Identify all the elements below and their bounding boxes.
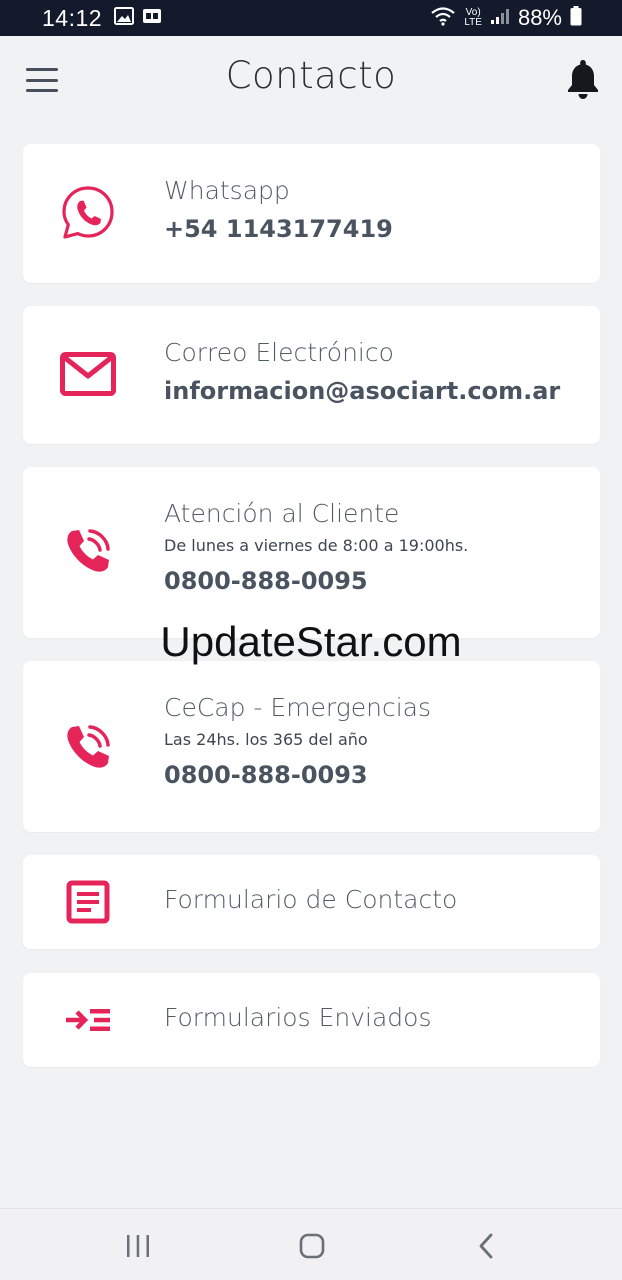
email-address[interactable]: informacion@asociart.com.ar <box>164 377 584 405</box>
contact-hours: Las 24hs. los 365 del año <box>164 730 368 749</box>
contact-title: Whatsapp <box>164 176 290 205</box>
contact-title: CeCap - Emergencias <box>164 693 432 722</box>
wifi-icon <box>430 6 456 30</box>
signal-icon <box>490 7 510 29</box>
form-icon <box>59 873 117 931</box>
emergency-card[interactable]: CeCap - Emergencias Las 24hs. los 365 de… <box>23 661 600 832</box>
app-header: Contacto <box>0 36 622 126</box>
sent-forms-card[interactable]: Formularios Enviados <box>23 973 600 1067</box>
recent-apps-icon[interactable] <box>118 1231 158 1261</box>
contact-form-card[interactable]: Formulario de Contacto <box>23 855 600 949</box>
phone-ringing-icon <box>59 718 117 776</box>
customer-service-phone[interactable]: 0800-888-0095 <box>164 567 584 595</box>
email-card[interactable]: Correo Electrónico informacion@asociart.… <box>23 306 600 444</box>
whatsapp-number[interactable]: +54 1143177419 <box>164 215 584 243</box>
gallery-icon <box>142 8 162 28</box>
image-icon <box>114 7 135 29</box>
navigation-bar <box>0 1208 622 1280</box>
whatsapp-icon <box>59 184 117 242</box>
whatsapp-card[interactable]: Whatsapp +54 1143177419 <box>23 144 600 283</box>
battery-icon <box>570 6 582 30</box>
status-time: 14:12 <box>42 4 103 31</box>
contact-title: Correo Electrónico <box>164 338 394 367</box>
home-icon[interactable] <box>292 1231 332 1261</box>
contact-hours: De lunes a viernes de 8:00 a 19:00hs. <box>164 536 469 555</box>
mail-icon <box>59 345 117 403</box>
volte-icon: Vo) LTE <box>464 7 482 28</box>
customer-service-card[interactable]: Atención al Cliente De lunes a viernes d… <box>23 467 600 638</box>
battery-percent: 88% <box>517 5 562 30</box>
network-label: LTE <box>464 17 482 28</box>
page-title: Contacto <box>225 54 397 97</box>
phone-ringing-icon <box>59 522 117 580</box>
emergency-phone[interactable]: 0800-888-0093 <box>164 761 584 789</box>
bell-icon[interactable] <box>566 58 600 100</box>
contact-title: Atención al Cliente <box>164 499 400 528</box>
form-title: Formularios Enviados <box>164 1003 432 1032</box>
sent-forms-icon <box>59 991 117 1049</box>
status-bar: 14:12 Vo) LTE 88% <box>0 0 622 36</box>
form-title: Formulario de Contacto <box>164 885 458 914</box>
back-icon[interactable] <box>466 1231 506 1261</box>
